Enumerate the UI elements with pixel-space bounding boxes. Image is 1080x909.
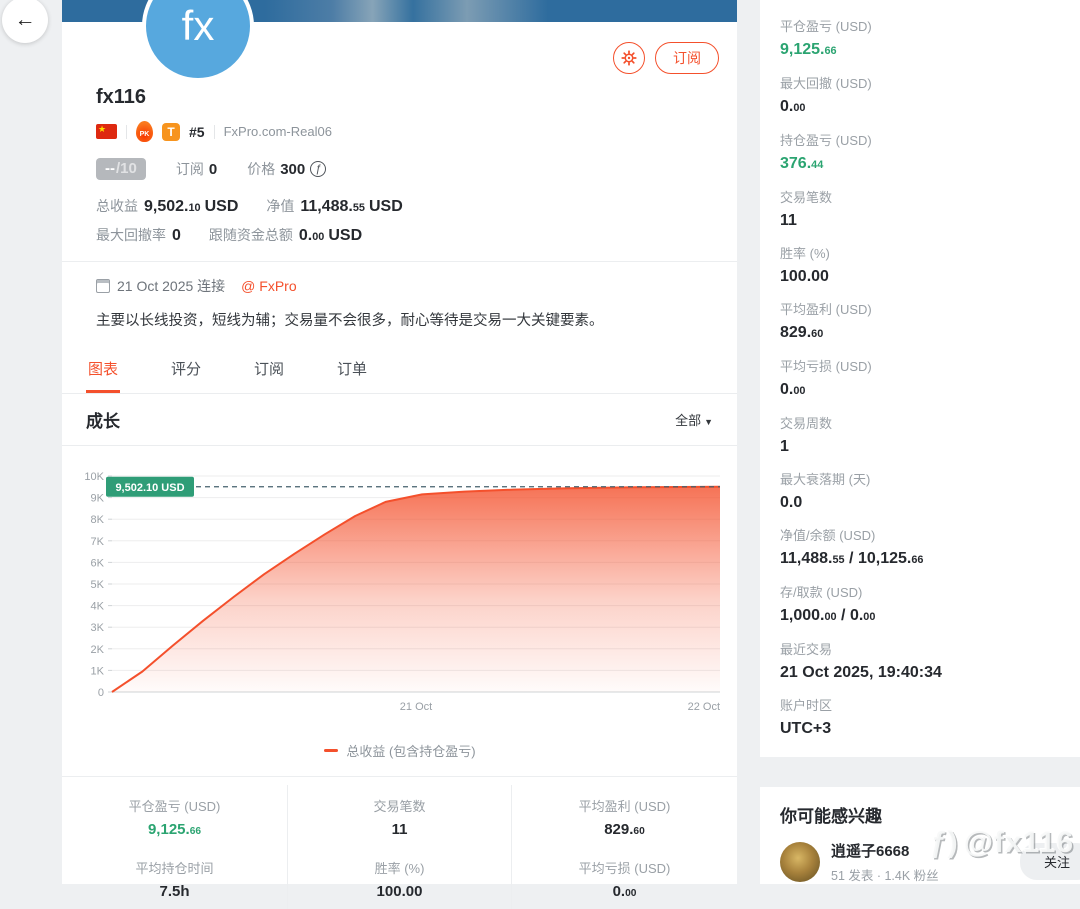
suggested-user-name: 逍遥子6668 xyxy=(831,843,910,860)
t-badge-icon: T xyxy=(162,122,180,141)
chart-legend: 总收益 (包含持仓盈亏) xyxy=(68,741,732,776)
sidebar-stat: 交易周数 1 xyxy=(780,416,833,455)
settings-button[interactable] xyxy=(613,42,645,74)
summary-stat: 平均盈利 (USD) 829.60 xyxy=(578,799,671,838)
sidebar-stat: 最大衰落期 (天) 0.0 xyxy=(780,472,871,511)
range-filter-dropdown[interactable]: 全部 ▼ xyxy=(675,410,713,429)
sidebar-stat: 净值/余额 (USD) 11,488.55 / 10,125.66 xyxy=(780,528,924,567)
sidebar-stat: 平均盈利 (USD) 829.60 xyxy=(780,302,872,341)
follow-button[interactable]: 关注 xyxy=(1019,843,1080,880)
sidebar-stat: 最近交易 21 Oct 2025, 19:40:34 xyxy=(780,642,942,681)
avatar-text: fx xyxy=(181,2,215,49)
summary-stat: 胜率 (%) 100.00 xyxy=(287,847,512,909)
summary-stats-grid: 平仓盈亏 (USD) 9,125.66 交易笔数 11 平均盈利 (USD) 829.60… xyxy=(62,776,737,909)
legend-label: 总收益 (包含持仓盈亏) xyxy=(346,744,476,759)
svg-text:8K: 8K xyxy=(91,514,105,526)
sidebar-stat: 胜率 (%) 100.00 xyxy=(780,246,830,285)
svg-text:22 Oct: 22 Oct xyxy=(688,701,720,713)
gear-icon xyxy=(621,50,637,66)
price: 价格 300 ƒ xyxy=(247,159,327,179)
chevron-down-icon: ▼ xyxy=(704,417,713,427)
divider xyxy=(213,124,215,139)
svg-text:10K: 10K xyxy=(84,471,104,483)
back-button[interactable]: ← xyxy=(2,0,48,43)
summary-stat: 平均亏损 (USD) 0.00 xyxy=(578,861,671,900)
overview-row: 最大回撤率 0 跟随资金总额 0.00 USD xyxy=(96,225,703,245)
sidebar-stat: 存/取款 (USD) 1,000.00 / 0.00 xyxy=(780,585,876,624)
header-actions: 订阅 xyxy=(613,42,719,74)
connected-row: 21 Oct 2025 连接 @ FxPro xyxy=(96,276,703,296)
suggested-user-avatar xyxy=(780,842,820,882)
broker-link[interactable]: @ FxPro xyxy=(241,278,296,294)
pk-badge-icon: PK xyxy=(136,121,153,142)
svg-text:1K: 1K xyxy=(91,665,105,677)
divider xyxy=(62,261,737,262)
coin-icon: ƒ xyxy=(310,161,327,177)
legend-line-icon xyxy=(324,749,339,752)
china-flag-icon: ★ xyxy=(96,124,117,139)
tab-subscription[interactable]: 订阅 xyxy=(252,348,286,393)
sidebar-stat: 最大回撤 (USD) 0.00 xyxy=(780,76,872,115)
tab-rating[interactable]: 评分 xyxy=(169,348,203,393)
sidebar-stat: 平仓盈亏 (USD) 9,125.66 xyxy=(780,19,872,58)
svg-text:3K: 3K xyxy=(91,622,105,634)
suggestions-title: 你可能感兴趣 xyxy=(780,807,882,826)
badge-row: ★ PK T #5 FxPro.com-Real06 xyxy=(96,121,703,142)
tab-bar: 图表 评分 订阅 订单 xyxy=(62,348,737,394)
score-badge: --/10 xyxy=(96,158,146,180)
trader-bio: 主要以长线投资，短线为辅；交易量不会很多，耐心等待是交易一大关键要素。 xyxy=(96,313,604,329)
sidebar-stat: 账户时区 UTC+3 xyxy=(780,698,833,737)
subscribe-button[interactable]: 订阅 xyxy=(655,42,719,74)
trader-profile-card: fx 订阅 fx116 ★ PK T #5 FxPro.com-Real06 -… xyxy=(62,0,737,909)
suggested-user-meta: 51 发表 · 1.4K 粉丝 xyxy=(831,869,939,883)
overview-stat: 跟随资金总额 0.00 USD xyxy=(208,227,363,244)
suggestions-card: 你可能感兴趣 逍遥子6668 51 发表 · 1.4K 粉丝 关注 xyxy=(760,787,1080,884)
trader-name: fx116 xyxy=(96,86,147,108)
rank-label: #5 xyxy=(189,123,205,140)
stats-sidebar: 平仓盈亏 (USD) 9,125.66 最大回撤 (USD) 0.00 持仓盈亏 (US… xyxy=(760,0,1080,757)
score-row: --/10 订阅 0 价格 300 ƒ xyxy=(96,158,703,180)
svg-text:7K: 7K xyxy=(91,536,105,548)
sidebar-stat: 平均亏损 (USD) 0.00 xyxy=(780,359,872,398)
avatar: fx xyxy=(142,0,254,82)
tab-orders[interactable]: 订单 xyxy=(335,348,369,393)
sidebar-stat: 持仓盈亏 (USD) 376.44 xyxy=(780,133,872,172)
overview-stat: 总收益 9,502.10 USD xyxy=(96,198,239,215)
svg-text:21 Oct: 21 Oct xyxy=(400,701,432,713)
summary-stat: 平仓盈亏 (USD) 9,125.66 xyxy=(128,799,221,838)
svg-text:2K: 2K xyxy=(91,644,105,656)
overview-stats: 总收益 9,502.10 USD 净值 11,488.55 USD 最大回撤率 0 跟随资金总额… xyxy=(96,196,703,245)
sidebar-stat: 交易笔数 11 xyxy=(780,190,833,229)
summary-stat: 平均持仓时间 7.5h xyxy=(135,861,214,900)
profile-body: fx116 ★ PK T #5 FxPro.com-Real06 --/10 订… xyxy=(62,86,737,330)
subscriber-count: 订阅 0 xyxy=(175,160,218,178)
account-name: FxPro.com-Real06 xyxy=(223,124,332,139)
score-value: -- xyxy=(105,160,115,177)
summary-stat: 交易笔数 11 xyxy=(287,785,512,847)
back-arrow-icon: ← xyxy=(14,8,36,31)
svg-text:4K: 4K xyxy=(91,601,105,613)
growth-title: 成长 xyxy=(86,412,120,431)
calendar-icon xyxy=(96,279,110,293)
growth-chart: 0 1K 2K 3K 4K 5K 6K 7K 8K 9K 10K 21 Oct 22 Oct 9,502.… xyxy=(62,446,737,776)
overview-stat: 净值 11,488.55 USD xyxy=(266,198,403,215)
svg-text:9K: 9K xyxy=(91,493,105,505)
overview-stat: 最大回撤率 0 xyxy=(96,227,181,244)
connected-date: 21 Oct 2025 连接 xyxy=(117,278,226,294)
score-suffix: /10 xyxy=(116,160,137,177)
area-chart: 0 1K 2K 3K 4K 5K 6K 7K 8K 9K 10K 21 Oct 22 Oct 9,502.… xyxy=(84,471,721,713)
growth-header: 成长 全部 ▼ xyxy=(62,394,737,446)
divider xyxy=(126,124,127,139)
svg-text:6K: 6K xyxy=(91,557,105,569)
tab-chart[interactable]: 图表 xyxy=(86,348,121,393)
svg-text:0: 0 xyxy=(98,687,104,699)
svg-text:9,502.10 USD: 9,502.10 USD xyxy=(115,482,184,494)
overview-row: 总收益 9,502.10 USD 净值 11,488.55 USD xyxy=(96,196,703,216)
svg-text:5K: 5K xyxy=(91,579,105,591)
